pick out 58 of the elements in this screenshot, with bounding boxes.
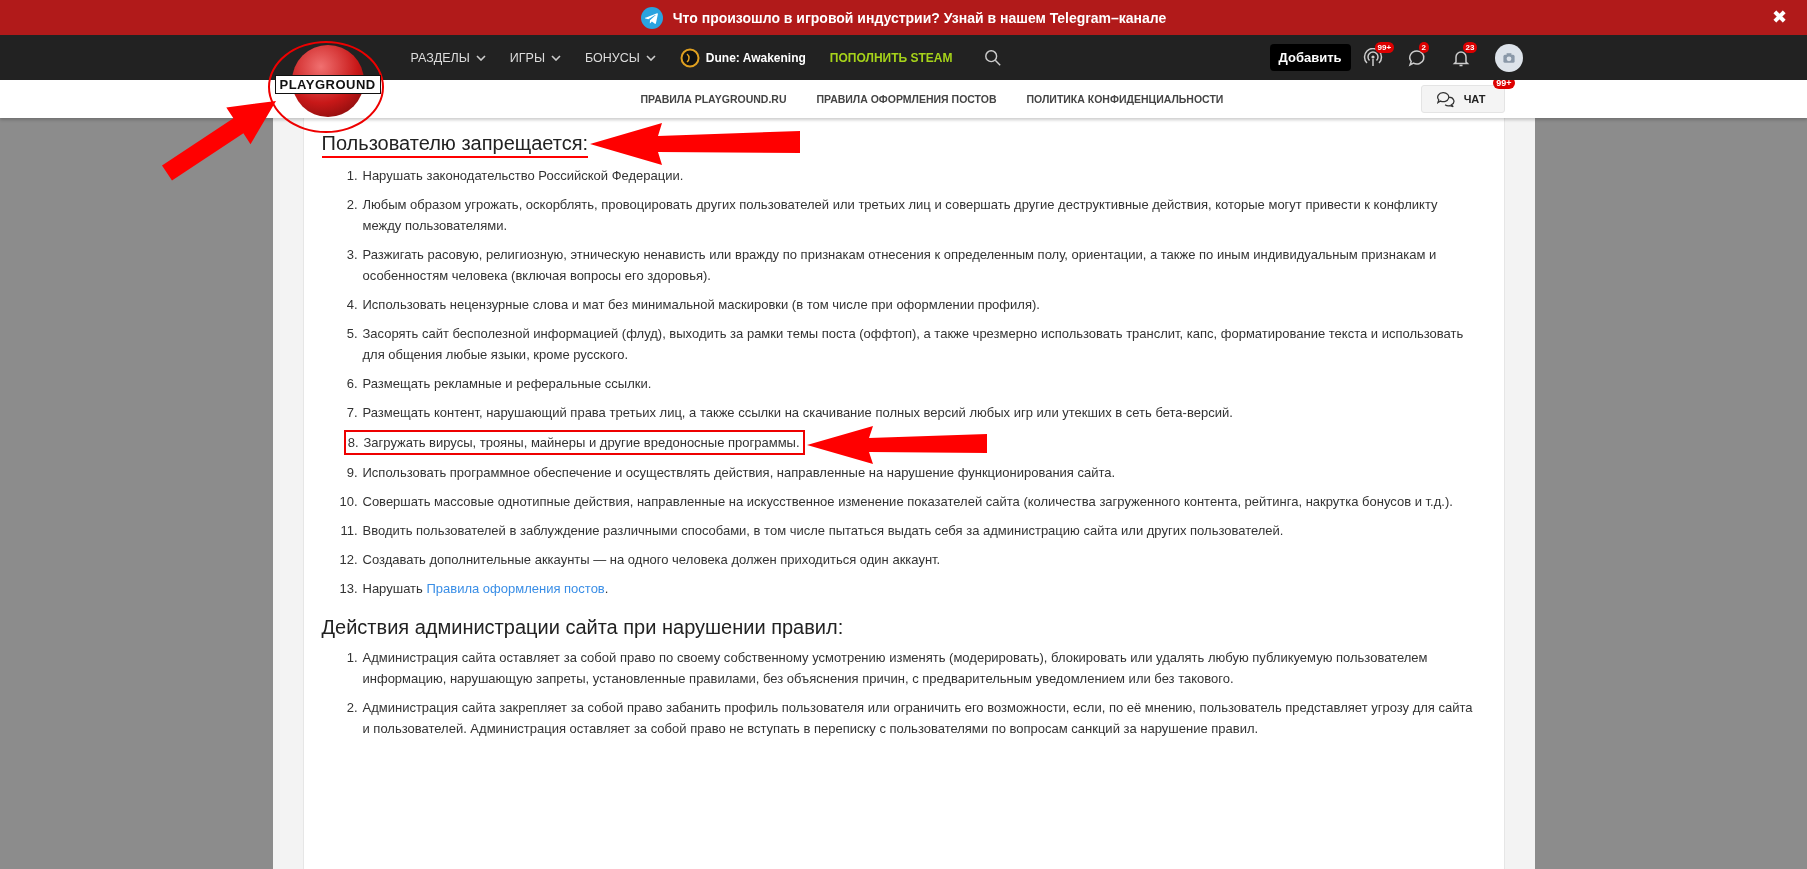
list-number: 3.: [345, 246, 358, 264]
avatar[interactable]: [1494, 43, 1523, 72]
list-number: 5.: [345, 325, 358, 343]
chevron-down-icon: [551, 54, 561, 61]
rule-text: Любым образом угрожать, оскорблять, провоцировать других пользователей или третьих лиц и совершать другие деструктивные действия, которые могут привести к конфликту между пользователями.: [362, 196, 1439, 235]
banner-text[interactable]: Что произошло в игровой индустрии? Узнай в нашем Telegram–канале: [672, 9, 1167, 26]
nav-link[interactable]: Dune: Awakening: [679, 47, 806, 68]
list-number: 12.: [338, 551, 358, 569]
list-number: 13.: [338, 580, 358, 598]
nav-link[interactable]: ИГРЫ: [509, 50, 561, 65]
notification-badge: 23: [1462, 41, 1478, 53]
list-number: 8.: [346, 434, 359, 452]
subnav-link[interactable]: ПРАВИЛА PLAYGROUND.RU: [640, 93, 787, 105]
rule-text: Совершать массовые однотипные действия, направленные на искусственное изменение показателей сайта (количества загруженного контента, рейтинга, накрутка бонусов и т.д.).: [362, 493, 1453, 511]
rule-text: Использовать нецензурные слова и мат без минимальной маскировки (в том числе при оформлении профиля).: [362, 296, 1040, 314]
rule-text: Создавать дополнительные аккаунты — на одного человека должен приходиться один аккаунт.: [362, 551, 941, 569]
notification-badge: 2: [1418, 41, 1429, 53]
rule-text: Засорять сайт бесполезной информацией (флуд), выходить за рамки темы поста (оффтоп), а также чрезмерно использовать транслит, капс, форматирование текста и использовать для общения любые языки, кроме русского.: [362, 325, 1465, 364]
chat-bubbles-icon: [1435, 90, 1456, 108]
list-number: 1.: [345, 649, 358, 667]
chat-button[interactable]: ЧАТ: [1420, 85, 1505, 113]
search-icon[interactable]: [984, 48, 1003, 67]
chat-icon[interactable]: [1406, 47, 1427, 68]
list-number: 1.: [345, 167, 358, 185]
list-number: 2.: [345, 699, 358, 717]
rule-text: Нарушать законодательство Российской Федерации.: [362, 167, 684, 185]
nav-link[interactable]: РАЗДЕЛЫ: [410, 50, 486, 65]
rule-text: Использовать программное обеспечение и осуществлять действия, направленные на нарушение функционирования сайта.: [362, 464, 1116, 482]
list-number: 2.: [345, 196, 358, 214]
add-button[interactable]: Добавить: [1269, 44, 1351, 71]
rule-text: Разжигать расовую, религиозную, этническую ненависть или вражду по признакам отнесения к определенным полу, ориентации, а также по иным индивидуальным признакам и особенностям человека (включая вопросы его здоровья).: [362, 246, 1438, 285]
rules-link[interactable]: Правила оформления постов: [426, 581, 605, 596]
rule-text: Размещать контент, нарушающий права третьих лиц, а также ссылки на скачивание полных версий любых игр или утекших в сеть бета-версий.: [362, 404, 1233, 422]
notification-badge: 99+: [1374, 41, 1395, 53]
rule-text: Нарушать Правила оформления постов.: [362, 580, 609, 598]
section-heading: Пользователю запрещается:: [321, 132, 589, 158]
game-ring-icon: [679, 47, 700, 68]
list-number: 7.: [345, 404, 358, 422]
close-button[interactable]: ✖: [1768, 7, 1791, 27]
rule-text: Администрация сайта оставляет за собой право по своему собственному усмотрению изменять (модерировать), блокировать или удалять любую публикуемую пользователем информацию, нарушающую запреты, установленные правилами, без объяснения причин, с предварительным уведомлением или без такового.: [362, 649, 1429, 688]
rule-text: Загружать вирусы, трояны, майнеры и другие вредоносные программы.: [363, 434, 800, 452]
nav-link[interactable]: БОНУСЫ: [585, 50, 656, 65]
subnav-link[interactable]: ПОЛИТИКА КОНФИДЕНЦИАЛЬНОСТИ: [1026, 93, 1224, 105]
logo-text[interactable]: PLAYGROUND: [274, 75, 381, 94]
list-number: 9.: [345, 464, 358, 482]
chevron-down-icon: [475, 54, 486, 61]
list-number: 6.: [345, 375, 358, 393]
list-number: 11.: [339, 522, 358, 540]
subnav-link[interactable]: ПРАВИЛА ОФОРМЛЕНИЯ ПОСТОВ: [816, 93, 997, 105]
list-number: 10.: [338, 493, 358, 511]
telegram-icon: [640, 6, 663, 29]
rule-text: Администрация сайта закрепляет за собой право забанить профиль пользователя или ограничить его возможности, если, по её мнению, пользователь представляет угрозу для сайта и пользователей. Администрация оставляет за собой право не вступать в переписку с пользователями по вопросам санкций за нарушение правил.: [362, 699, 1474, 738]
list-number: 4.: [345, 296, 358, 314]
rule-text: Вводить пользователей в заблуждение различными способами, в том числе пытаться выдать себя за администрацию сайта или других пользователей.: [362, 522, 1284, 540]
nav-link[interactable]: ПОПОЛНИТЬ STEAM: [829, 50, 953, 65]
chevron-down-icon: [645, 54, 656, 61]
rule-text: Размещать рекламные и реферальные ссылки.: [362, 375, 652, 393]
section-heading: Действия администрации сайта при нарушении правил:: [321, 616, 844, 640]
